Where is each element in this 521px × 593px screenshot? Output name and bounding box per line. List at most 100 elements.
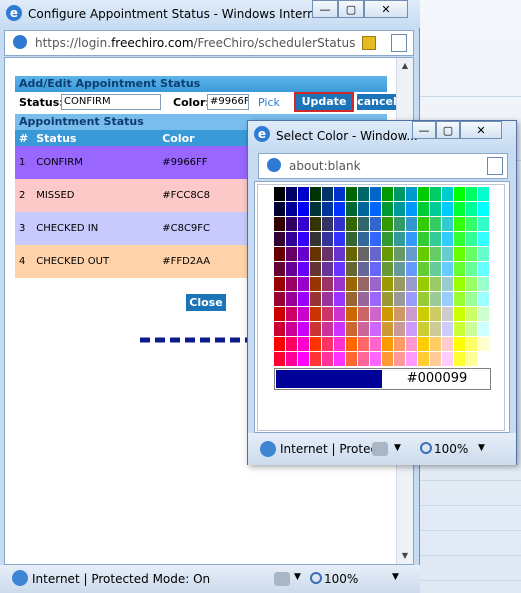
color-swatch[interactable] <box>418 262 429 276</box>
color-swatch[interactable] <box>274 217 285 231</box>
color-swatch[interactable] <box>298 217 309 231</box>
color-swatch[interactable] <box>298 277 309 291</box>
color-swatch[interactable] <box>298 292 309 306</box>
color-swatch[interactable] <box>466 337 477 351</box>
color-swatch[interactable] <box>454 337 465 351</box>
color-swatch[interactable] <box>370 232 381 246</box>
color-swatch[interactable] <box>478 262 489 276</box>
color-swatch[interactable] <box>274 262 285 276</box>
color-swatch[interactable] <box>454 352 465 366</box>
color-swatch[interactable] <box>322 337 333 351</box>
color-swatch[interactable] <box>274 292 285 306</box>
color-swatch[interactable] <box>442 337 453 351</box>
color-swatch[interactable] <box>322 247 333 261</box>
color-swatch[interactable] <box>454 187 465 201</box>
color-swatch[interactable] <box>334 277 345 291</box>
color-swatch[interactable] <box>370 247 381 261</box>
color-swatch[interactable] <box>370 187 381 201</box>
color-swatch[interactable] <box>442 292 453 306</box>
color-swatch[interactable] <box>442 277 453 291</box>
color-swatch[interactable] <box>466 232 477 246</box>
color-swatch[interactable] <box>406 247 417 261</box>
color-swatch[interactable] <box>310 352 321 366</box>
color-swatch[interactable] <box>370 277 381 291</box>
color-swatch[interactable] <box>346 217 357 231</box>
color-swatch[interactable] <box>334 352 345 366</box>
color-swatch[interactable] <box>358 277 369 291</box>
color-swatch[interactable] <box>298 232 309 246</box>
pick-color-link[interactable]: Pick <box>258 96 280 109</box>
color-swatch[interactable] <box>310 337 321 351</box>
color-swatch[interactable] <box>418 277 429 291</box>
color-swatch[interactable] <box>286 337 297 351</box>
color-swatch[interactable] <box>394 247 405 261</box>
status-input[interactable]: CONFIRM <box>61 94 161 110</box>
color-swatch[interactable] <box>442 322 453 336</box>
color-swatch[interactable] <box>322 217 333 231</box>
color-swatch[interactable] <box>430 232 441 246</box>
color-swatch[interactable] <box>406 322 417 336</box>
color-swatch[interactable] <box>430 187 441 201</box>
color-swatch[interactable] <box>478 352 489 366</box>
color-swatch[interactable] <box>358 232 369 246</box>
color-swatch[interactable] <box>442 187 453 201</box>
color-swatch[interactable] <box>322 262 333 276</box>
color-swatch[interactable] <box>478 322 489 336</box>
color-swatch[interactable] <box>382 202 393 216</box>
color-swatch[interactable] <box>370 307 381 321</box>
color-swatch[interactable] <box>334 202 345 216</box>
color-swatch[interactable] <box>418 232 429 246</box>
color-swatch[interactable] <box>394 292 405 306</box>
chevron-down-icon[interactable]: ▼ <box>392 572 399 582</box>
color-swatch[interactable] <box>274 277 285 291</box>
color-swatch[interactable] <box>358 247 369 261</box>
color-swatch[interactable] <box>358 337 369 351</box>
color-swatch[interactable] <box>394 187 405 201</box>
color-swatch[interactable] <box>310 187 321 201</box>
color-swatch[interactable] <box>334 262 345 276</box>
color-swatch[interactable] <box>274 202 285 216</box>
color-swatch[interactable] <box>394 352 405 366</box>
maximize-button[interactable]: ▢ <box>338 0 364 18</box>
color-swatch[interactable] <box>322 202 333 216</box>
color-swatch[interactable] <box>382 262 393 276</box>
color-swatch[interactable] <box>310 277 321 291</box>
color-swatch[interactable] <box>430 337 441 351</box>
color-swatch[interactable] <box>346 292 357 306</box>
color-swatch[interactable] <box>394 307 405 321</box>
color-swatch[interactable] <box>298 247 309 261</box>
address-bar[interactable]: https://login.freechiro.com/FreeChiro/sc… <box>4 30 414 56</box>
minimize-button[interactable]: — <box>412 121 436 139</box>
color-swatch[interactable] <box>286 202 297 216</box>
color-swatch[interactable] <box>454 277 465 291</box>
color-swatch[interactable] <box>298 337 309 351</box>
color-swatch[interactable] <box>478 187 489 201</box>
color-swatch[interactable] <box>466 277 477 291</box>
close-window-button[interactable]: ✕ <box>364 0 408 18</box>
color-swatch[interactable] <box>478 307 489 321</box>
color-swatch[interactable] <box>466 307 477 321</box>
color-swatch[interactable] <box>418 187 429 201</box>
color-swatch[interactable] <box>322 307 333 321</box>
color-swatch[interactable] <box>358 202 369 216</box>
color-swatch[interactable] <box>298 262 309 276</box>
color-swatch[interactable] <box>406 202 417 216</box>
color-swatch[interactable] <box>478 337 489 351</box>
color-swatch[interactable] <box>334 232 345 246</box>
color-swatch[interactable] <box>394 337 405 351</box>
color-swatch[interactable] <box>466 202 477 216</box>
color-swatch[interactable] <box>274 307 285 321</box>
color-swatch[interactable] <box>370 262 381 276</box>
color-swatch[interactable] <box>418 247 429 261</box>
color-input[interactable]: #9966FF <box>207 94 249 110</box>
color-swatch[interactable] <box>310 292 321 306</box>
color-swatch[interactable] <box>358 307 369 321</box>
chevron-down-icon[interactable]: ▼ <box>294 572 301 582</box>
color-swatch[interactable] <box>442 247 453 261</box>
color-swatch[interactable] <box>346 322 357 336</box>
color-swatch[interactable] <box>346 187 357 201</box>
color-swatch[interactable] <box>394 232 405 246</box>
color-swatch[interactable] <box>430 352 441 366</box>
color-swatch[interactable] <box>382 187 393 201</box>
minimize-button[interactable]: — <box>312 0 338 18</box>
